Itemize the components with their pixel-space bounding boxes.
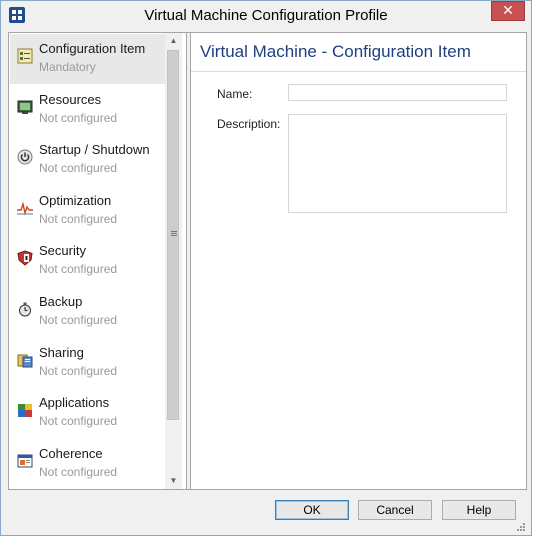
nav-item-status: Not configured [39,111,118,125]
dialog-body: Configuration Item Mandatory Resources N… [8,32,527,490]
backup-icon [19,302,31,317]
scroll-up-arrow-icon[interactable]: ▲ [165,33,182,49]
nav-item-status: Not configured [39,161,118,175]
power-icon [17,149,33,165]
applications-icon [18,404,32,417]
nav-item-label: Configuration Item [39,41,146,56]
nav-item-status: Mandatory [39,60,96,74]
nav-item-label: Security [39,243,86,258]
category-list: Configuration Item Mandatory Resources N… [9,33,183,489]
nav-item-label: Resources [39,92,102,107]
nav-item-label: Applications [39,395,110,410]
security-icon [17,250,33,266]
grip-icon [171,231,177,232]
nav-item-applications[interactable]: Applications Not configured [10,388,165,438]
page-title: Virtual Machine - Configuration Item [200,42,471,61]
description-textarea[interactable] [288,114,507,213]
sharing-icon [17,354,33,368]
nav-item-optimization[interactable]: Optimization Not configured [10,186,165,236]
config-item-icon [17,48,33,64]
nav-item-security[interactable]: Security Not configured [10,236,165,286]
name-label: Name: [217,87,253,101]
nav-item-backup[interactable]: Backup Not configured [10,287,165,337]
nav-item-label: Backup [39,294,83,309]
nav-item-configuration-item[interactable]: Configuration Item Mandatory [10,34,165,84]
nav-item-status: Not configured [39,212,118,226]
nav-item-sharing[interactable]: Sharing Not configured [10,338,165,388]
nav-scrollbar[interactable]: ▲ ▼ [165,33,182,489]
scroll-down-arrow-icon[interactable]: ▼ [165,473,182,489]
dialog-window: Virtual Machine Configuration Profile ✕ … [0,0,532,536]
nav-item-startup-shutdown[interactable]: Startup / Shutdown Not configured [10,135,165,185]
ok-button[interactable]: OK [275,500,349,520]
nav-item-resources[interactable]: Resources Not configured [10,85,165,135]
window-title: Virtual Machine Configuration Profile [144,7,388,24]
nav-item-label: Sharing [39,345,84,360]
scroll-thumb[interactable] [167,50,179,420]
nav-item-status: Not configured [39,414,118,428]
detail-panel: Virtual Machine - Configuration Item Nam… [191,33,526,489]
nav-item-status: Not configured [39,364,118,378]
coherence-icon [17,454,33,468]
nav-item-coherence[interactable]: Coherence Not configured [10,439,165,489]
nav-item-label: Coherence [39,446,103,461]
cancel-button[interactable]: Cancel [358,500,432,520]
nav-item-label: Optimization [39,193,112,208]
resize-grip-icon[interactable] [515,521,525,531]
description-label: Description: [217,117,281,131]
title-divider [191,71,526,72]
nav-item-status: Not configured [39,465,118,479]
nav-item-status: Not configured [39,262,118,276]
help-button[interactable]: Help [442,500,516,520]
optimization-icon [17,201,33,216]
title-bar[interactable]: Virtual Machine Configuration Profile ✕ [1,1,531,32]
nav-item-status: Not configured [39,313,118,327]
close-button[interactable]: ✕ [491,1,525,21]
resources-icon [17,100,33,114]
nav-item-label: Startup / Shutdown [39,142,150,157]
name-input[interactable] [288,84,507,101]
